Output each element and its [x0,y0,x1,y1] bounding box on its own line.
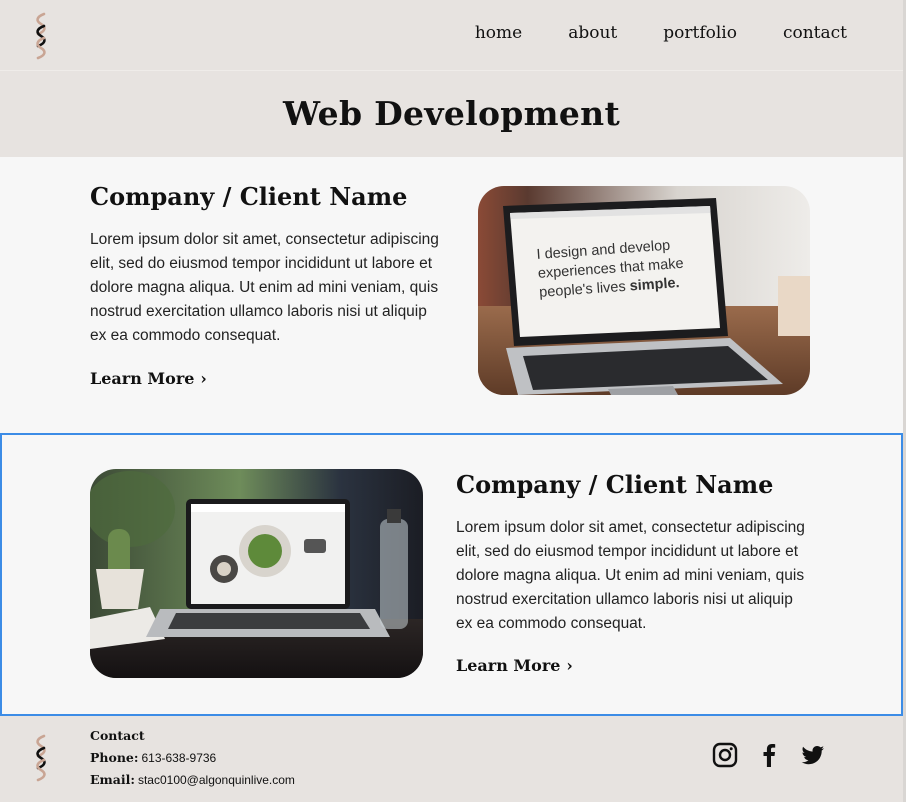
laptop-screen-text: I design and develop experiences that ma… [536,237,685,301]
nav-portfolio[interactable]: portfolio [663,23,737,43]
nav-about[interactable]: about [568,23,617,43]
site-header: home about portfolio contact Web Develop… [0,0,903,157]
nav-home[interactable]: home [475,23,522,43]
project-image-laptop: I design and develop experiences that ma… [478,186,810,395]
phone-label: Phone: [90,750,139,765]
instagram-icon[interactable] [712,742,738,768]
logo-icon[interactable] [30,734,52,782]
project-section-1: Company / Client Name Lorem ipsum dolor … [0,157,903,433]
header-divider [0,70,903,71]
social-links [712,742,826,768]
project-image-workspace [90,469,423,678]
email-label: Email: [90,772,135,787]
twitter-icon[interactable] [800,742,826,768]
learn-more-label: Learn More [456,656,561,675]
email-address[interactable]: stac0100@algonquinlive.com [138,773,295,787]
contact-block: Contact Phone: 613-638-9736 Email: stac010… [90,725,295,791]
learn-more-label: Learn More [90,369,195,388]
project-description: Lorem ipsum dolor sit amet, consectetur … [456,519,805,632]
project-section-2: Company / Client Name Lorem ipsum dolor … [0,433,903,716]
learn-more-link[interactable]: Learn More › [456,656,573,675]
site-footer: Contact Phone: 613-638-9736 Email: stac010… [0,716,903,802]
project-heading: Company / Client Name [456,470,774,499]
phone-number[interactable]: 613-638-9736 [141,751,216,765]
main-nav: home about portfolio contact [475,23,847,43]
chevron-right-icon: › [200,369,207,388]
project-heading: Company / Client Name [90,182,408,211]
nav-contact[interactable]: contact [783,23,847,43]
project-description: Lorem ipsum dolor sit amet, consectetur … [90,231,439,344]
logo-icon[interactable] [30,12,52,60]
contact-heading: Contact [90,728,145,743]
chevron-right-icon: › [566,656,573,675]
facebook-icon[interactable] [756,742,782,768]
learn-more-link[interactable]: Learn More › [90,369,207,388]
page-title: Web Development [283,94,620,133]
